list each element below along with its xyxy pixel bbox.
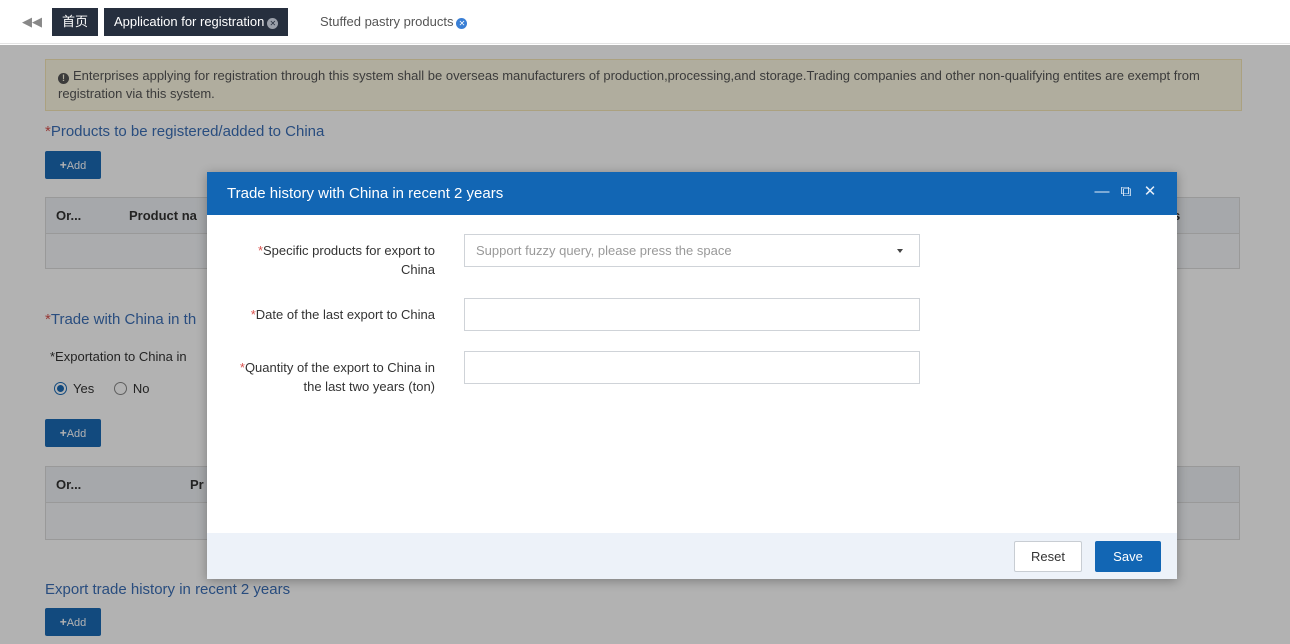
reset-button[interactable]: Reset <box>1014 541 1082 572</box>
caret-down-icon <box>897 249 903 253</box>
close-icon[interactable]: ✕ <box>456 18 468 29</box>
close-icon[interactable]: ✕ <box>267 18 279 29</box>
export-quantity-label: *Quantity of the export to China in the … <box>223 358 435 396</box>
double-left-arrow-icon[interactable]: ◀◀ <box>20 12 44 32</box>
dialog-footer: Reset Save <box>207 533 1177 579</box>
specific-products-select[interactable]: Support fuzzy query, please press the sp… <box>464 234 920 267</box>
tab-bar: ◀◀ 首页 Application for registration ✕ Stuf… <box>0 0 1290 44</box>
tab-application-for-registration[interactable]: Application for registration ✕ <box>104 8 289 36</box>
tab-home[interactable]: 首页 <box>52 8 99 36</box>
tab-stuffed-pastry-products[interactable]: Stuffed pastry products ✕ <box>310 8 478 36</box>
save-button[interactable]: Save <box>1095 541 1161 572</box>
dialog-header: Trade history with China in recent 2 yea… <box>207 172 1177 215</box>
export-quantity-input[interactable] <box>464 351 920 384</box>
close-icon[interactable]: ✕ <box>1141 183 1159 201</box>
select-placeholder: Support fuzzy query, please press the sp… <box>476 243 732 258</box>
tab-label: Application for registration <box>114 14 265 29</box>
last-export-date-input[interactable] <box>464 298 920 331</box>
dialog-title: Trade history with China in recent 2 yea… <box>227 185 504 202</box>
specific-products-label: *Specific products for export to China <box>223 241 435 279</box>
field-label-text: Specific products for export to China <box>263 243 435 277</box>
minimize-icon[interactable]: — <box>1093 183 1111 201</box>
field-label-text: Quantity of the export to China in the l… <box>244 360 435 394</box>
tab-label: 首页 <box>62 14 89 29</box>
trade-history-dialog: Trade history with China in recent 2 yea… <box>207 172 1177 579</box>
maximize-icon[interactable]: ⧉ <box>1117 183 1135 201</box>
last-export-date-label: *Date of the last export to China <box>223 305 435 324</box>
tab-label: Stuffed pastry products <box>320 14 454 29</box>
field-label-text: Date of the last export to China <box>255 307 435 322</box>
